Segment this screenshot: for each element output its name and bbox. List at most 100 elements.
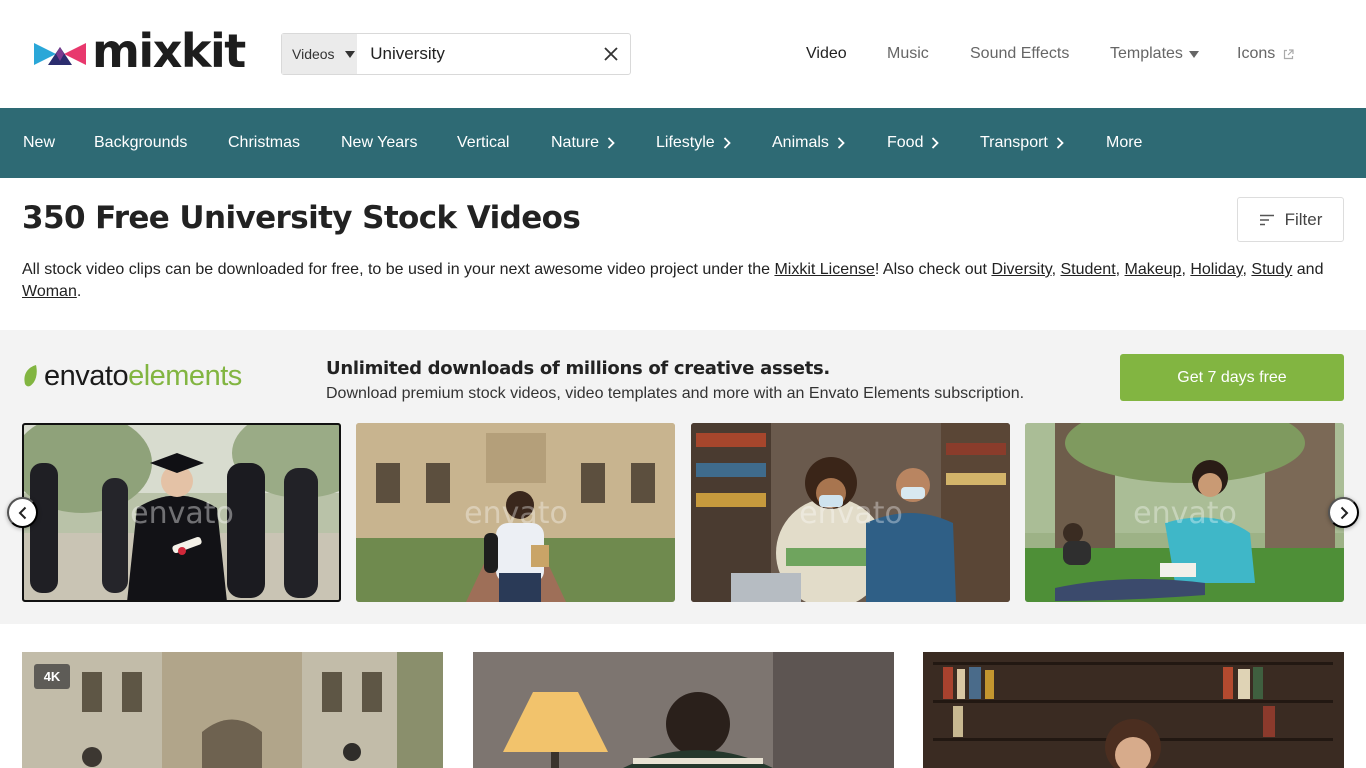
promo-subtext: Download premium stock videos, video tem… [326,385,1025,402]
nav-templates[interactable]: Templates [1110,42,1199,66]
category-label: Food [887,134,924,151]
separator: , [1181,261,1191,278]
envato-leaf-icon [24,365,37,387]
chevron-right-icon [607,137,615,149]
search-type-dropdown[interactable]: Videos [282,34,358,74]
nav-templates-label: Templates [1110,45,1183,62]
nav-icons-label: Icons [1237,45,1276,62]
page-title: 350 Free University Stock Videos [22,200,581,236]
filter-icon [1259,214,1274,225]
description-and: and [1292,261,1324,278]
category-bar: New Backgrounds Christmas New Years Vert… [0,108,1366,178]
watermark: envato [464,496,568,531]
search-input[interactable] [357,34,592,74]
promo-thumbnail[interactable]: envato [1025,423,1344,602]
separator: , [1115,261,1125,278]
nav-sound-effects-label: Sound Effects [970,45,1070,62]
related-link-makeup[interactable]: Makeup [1125,261,1182,278]
category-vertical[interactable]: Vertical [457,108,509,178]
category-label: Vertical [457,134,510,151]
brand-name: mixkit [92,24,246,78]
video-result-card[interactable] [473,652,894,768]
caret-down-icon [344,50,355,58]
video-result-card[interactable]: 4K [22,652,443,768]
library-student-image [923,652,1344,768]
promo-thumbnail[interactable]: envato [22,423,341,602]
external-link-icon [1284,48,1294,59]
students-studying-image: envato [691,423,1010,602]
4k-badge: 4K [34,664,70,689]
search-type-label: Videos [292,46,335,62]
carousel-prev-button[interactable] [7,497,38,528]
promo-thumbnail[interactable]: envato [691,423,1010,602]
watermark: envato [799,496,903,531]
video-result-card[interactable] [923,652,1344,768]
search-bar: Videos [281,33,631,75]
nav-video-label: Video [806,45,847,62]
free-trial-button[interactable]: Get 7 days free [1120,354,1344,401]
description-text: ! Also check out [874,261,992,278]
promo-thumbnail[interactable]: envato [356,423,675,602]
caret-down-icon [1188,50,1199,58]
campus-walk-image: envato [356,423,675,602]
nav-music[interactable]: Music [887,42,929,66]
category-more[interactable]: More [1106,108,1142,178]
category-transport[interactable]: Transport [980,108,1064,178]
chevron-right-icon [837,137,845,149]
category-label: New [23,134,56,151]
category-lifestyle[interactable]: Lifestyle [656,108,731,178]
category-christmas[interactable]: Christmas [228,108,300,178]
nav-video[interactable]: Video [806,42,847,66]
site-header: mixkit Videos Video Music Sound Effects … [0,0,1366,108]
nav-icons[interactable]: Icons [1237,42,1294,66]
elements-logo-text: elements [128,359,242,392]
category-label: Nature [551,134,600,151]
category-new[interactable]: New [23,108,55,178]
envato-elements-logo[interactable]: envato elements [22,358,242,394]
category-backgrounds[interactable]: Backgrounds [94,108,187,178]
category-label: Christmas [228,134,301,151]
filter-button[interactable]: Filter [1237,197,1344,242]
related-link-study[interactable]: Study [1251,261,1292,278]
reading-outdoors-image: envato [1025,423,1344,602]
mixkit-logo[interactable]: mixkit [34,24,246,78]
envato-promo: envato elements Unlimited downloads of mi… [0,330,1366,624]
university-building-image [22,652,443,768]
description-end: . [76,283,82,300]
clear-search-button[interactable] [591,34,630,74]
close-icon [603,47,618,61]
chevron-right-icon [1340,506,1348,519]
watermark: envato [130,496,234,531]
category-label: More [1106,134,1143,151]
related-link-holiday[interactable]: Holiday [1190,261,1242,278]
category-animals[interactable]: Animals [772,108,845,178]
category-label: Transport [980,134,1048,151]
category-label: Lifestyle [656,134,715,151]
category-food[interactable]: Food [887,108,940,178]
category-new-years[interactable]: New Years [341,108,418,178]
category-label: New Years [341,134,418,151]
related-link-student[interactable]: Student [1060,261,1115,278]
category-nature[interactable]: Nature [551,108,615,178]
envato-logo-text: envato [44,359,129,392]
filter-label: Filter [1284,209,1323,229]
description-intro: All stock video clips can be downloaded … [22,261,775,278]
license-link[interactable]: Mixkit License [774,261,874,278]
chevron-left-icon [18,506,26,519]
chevron-right-icon [1056,137,1064,149]
chevron-right-icon [723,137,731,149]
graduates-image: envato [22,423,341,602]
nav-music-label: Music [887,45,929,62]
watermark: envato [1133,496,1237,531]
page-description: All stock video clips can be downloaded … [22,259,1344,303]
related-link-diversity[interactable]: Diversity [991,261,1051,278]
promo-headline: Unlimited downloads of millions of creat… [326,358,830,379]
category-label: Animals [772,134,829,151]
carousel-next-button[interactable] [1328,497,1359,528]
chevron-right-icon [932,137,940,149]
related-link-woman[interactable]: Woman [22,283,77,300]
nav-sound-effects[interactable]: Sound Effects [970,42,1069,66]
category-label: Backgrounds [94,134,188,151]
mixkit-logo-icon [34,43,86,65]
student-desk-image [473,652,894,768]
